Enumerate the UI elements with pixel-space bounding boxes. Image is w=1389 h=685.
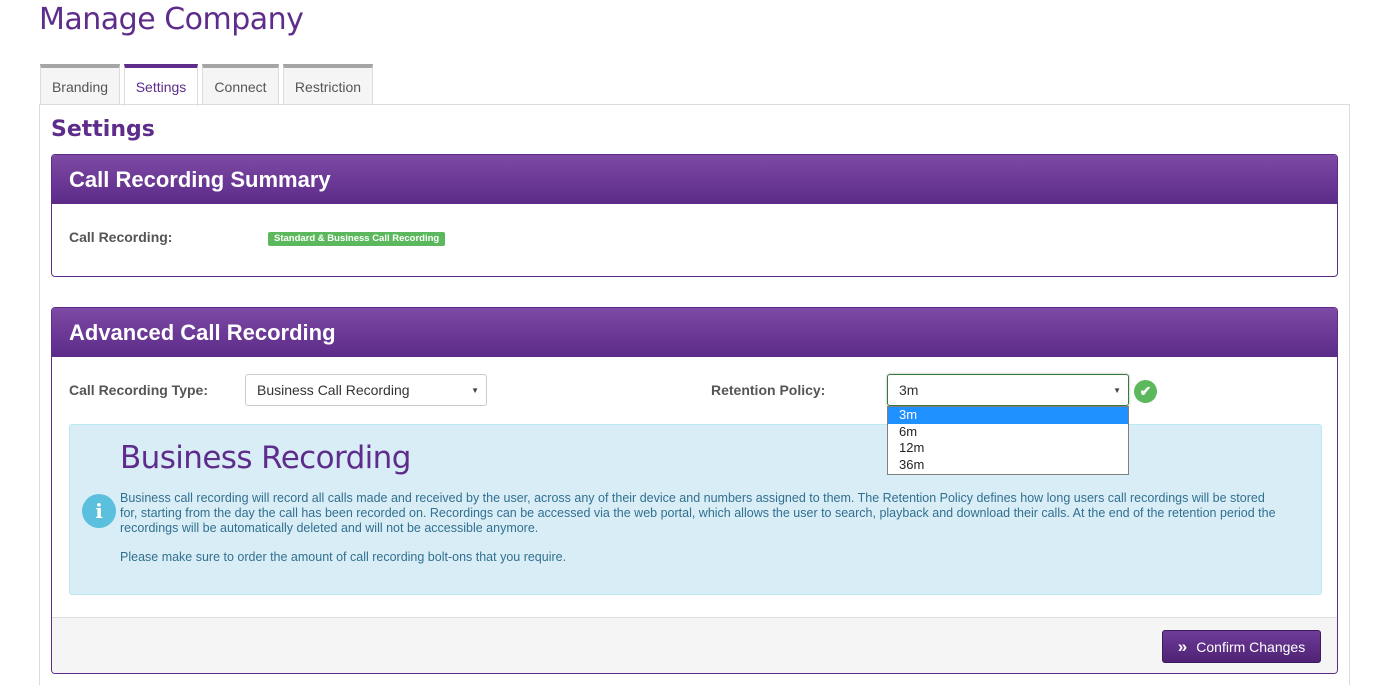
info-note: Please make sure to order the amount of … <box>120 550 567 564</box>
confirm-changes-button[interactable]: » Confirm Changes <box>1162 630 1321 663</box>
chevron-down-icon: ▼ <box>471 386 479 395</box>
retention-policy-label: Retention Policy: <box>711 382 826 398</box>
advanced-call-recording-panel: Advanced Call Recording Call Recording T… <box>51 307 1338 674</box>
info-body: Business call recording will record all … <box>120 491 1276 535</box>
call-recording-type-select[interactable]: Business Call Recording ▼ <box>245 374 487 406</box>
tab-bar: Branding Settings Connect Restriction <box>40 64 377 106</box>
summary-panel-heading: Call Recording Summary <box>52 155 1337 204</box>
info-icon: i <box>82 494 116 528</box>
info-heading: Business Recording <box>120 440 411 476</box>
check-circle-icon: ✔ <box>1134 380 1157 403</box>
retention-option-3m[interactable]: 3m <box>888 407 1128 424</box>
retention-option-6m[interactable]: 6m <box>888 424 1128 441</box>
call-recording-status-badge: Standard & Business Call Recording <box>268 232 446 246</box>
call-recording-type-value: Business Call Recording <box>257 382 410 398</box>
call-recording-label: Call Recording: <box>69 229 173 245</box>
call-recording-summary-panel: Call Recording Summary Call Recording: S… <box>51 154 1338 277</box>
settings-title: Settings <box>51 117 155 142</box>
tab-connect[interactable]: Connect <box>202 64 279 105</box>
tab-restriction[interactable]: Restriction <box>283 64 373 105</box>
retention-option-36m[interactable]: 36m <box>888 457 1128 474</box>
retention-option-12m[interactable]: 12m <box>888 440 1128 457</box>
tab-branding[interactable]: Branding <box>40 64 120 105</box>
panel-footer: » Confirm Changes <box>52 617 1337 673</box>
retention-policy-value: 3m <box>899 382 919 398</box>
tab-settings[interactable]: Settings <box>124 64 198 106</box>
retention-policy-select[interactable]: 3m ▼ <box>887 374 1129 406</box>
double-chevron-right-icon: » <box>1177 636 1188 656</box>
advanced-panel-heading: Advanced Call Recording <box>52 308 1337 357</box>
retention-policy-dropdown: 3m 6m 12m 36m <box>887 406 1129 475</box>
page-title: Manage Company <box>39 2 304 37</box>
chevron-down-icon: ▼ <box>1113 386 1121 395</box>
business-recording-info-alert: i Business Recording Business call recor… <box>69 424 1322 595</box>
call-recording-type-label: Call Recording Type: <box>69 382 208 398</box>
confirm-changes-label: Confirm Changes <box>1196 638 1306 655</box>
